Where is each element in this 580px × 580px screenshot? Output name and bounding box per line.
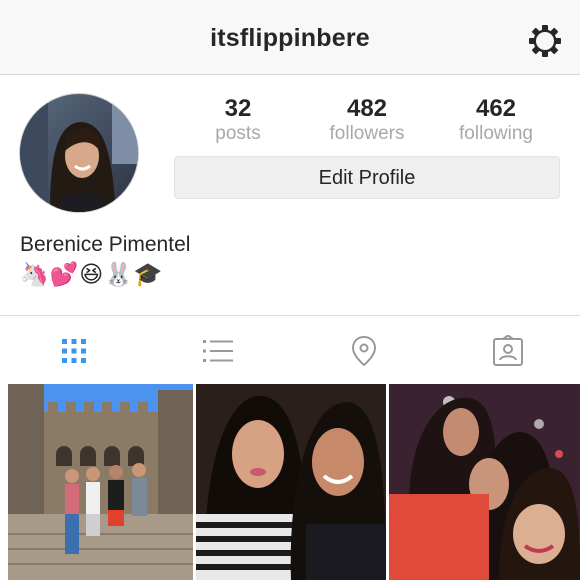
photo-grid [0,384,580,580]
avatar[interactable] [19,93,139,213]
top-bar: itsflippinbere [0,0,580,75]
profile-tab-bar [0,315,580,386]
photo-castle-group [8,384,193,580]
list-icon[interactable] [202,335,234,367]
followers-label: followers [329,123,405,144]
photo-two-friends [196,384,386,580]
profile-username: itsflippinbere [210,24,370,52]
tagged-photos-icon[interactable] [492,335,524,367]
stat-posts: 32 posts [178,95,298,145]
following-count: 462 [475,95,517,122]
edit-profile-button[interactable]: Edit Profile [174,156,560,199]
stat-followers[interactable]: 482 followers [307,95,427,145]
full-name: Berenice Pimentel [20,233,191,256]
bio-emojis: 🦄💕😆🐰🎓 [20,262,164,288]
gear-icon[interactable] [527,23,563,59]
grid-icon[interactable] [58,335,90,367]
posts-count: 32 [224,95,252,122]
grid-post[interactable] [389,384,580,580]
profile-photo [20,94,138,212]
location-pin-icon[interactable] [348,335,380,367]
grid-post[interactable] [8,384,193,580]
stat-following[interactable]: 462 following [436,95,556,145]
following-label: following [459,123,533,144]
posts-label: posts [215,123,261,144]
photo-night-selfie [389,384,580,580]
grid-post[interactable] [196,384,386,580]
followers-count: 482 [346,95,388,122]
